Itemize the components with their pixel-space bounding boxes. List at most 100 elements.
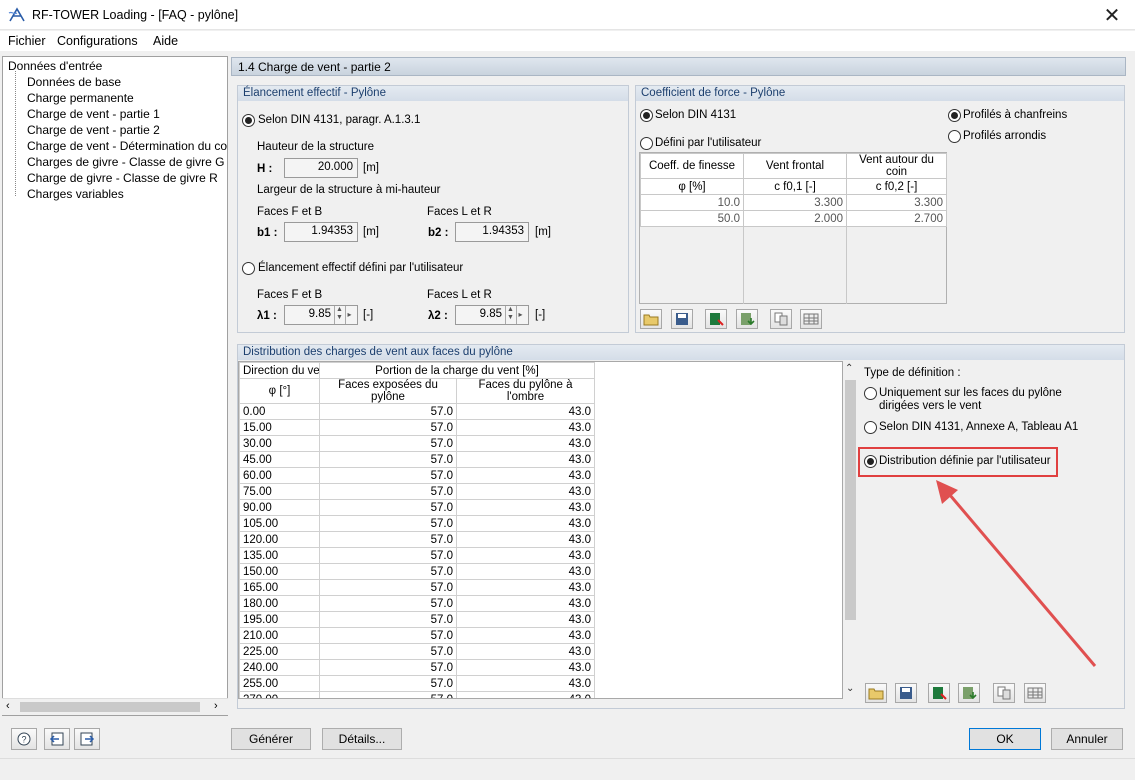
shadow-cell[interactable]: 43.0 [456, 483, 595, 500]
shadow-cell[interactable]: 43.0 [456, 531, 595, 548]
direction-cell[interactable]: 30.00 [239, 435, 320, 452]
tree-root[interactable]: Données d'entrée [8, 59, 102, 73]
direction-cell[interactable]: 255.00 [239, 675, 320, 692]
scroll-right-icon[interactable]: › [214, 700, 218, 712]
radio-profiles-arrondis[interactable] [948, 130, 961, 143]
direction-cell[interactable]: 180.00 [239, 595, 320, 612]
ok-button[interactable]: OK [969, 728, 1041, 750]
direction-cell[interactable]: 150.00 [239, 563, 320, 580]
exposed-cell[interactable]: 57.0 [319, 435, 457, 452]
lambda1-arrow-icon[interactable]: ▸ [345, 306, 353, 324]
shadow-cell[interactable]: 43.0 [456, 643, 595, 660]
radio-user-coeff[interactable] [640, 137, 653, 150]
menu-aide[interactable]: Aide [153, 34, 178, 48]
table-row[interactable]: 240.00 57.0 43.0 [239, 659, 595, 676]
scroll-left-icon[interactable]: ‹ [6, 700, 10, 712]
shadow-cell[interactable]: 43.0 [456, 659, 595, 676]
tree-item-givre-g[interactable]: Charges de givre - Classe de givre G [27, 155, 224, 169]
exposed-cell[interactable]: 57.0 [319, 627, 457, 644]
excel-export-icon[interactable] [736, 309, 758, 329]
direction-cell[interactable]: 240.00 [239, 659, 320, 676]
details-button[interactable]: Détails... [322, 728, 402, 750]
table-row[interactable]: 135.00 57.0 43.0 [239, 547, 595, 564]
excel-export-icon-2[interactable] [958, 683, 980, 703]
radio-user-elancement[interactable] [242, 262, 255, 275]
direction-cell[interactable]: 105.00 [239, 515, 320, 532]
exposed-cell[interactable]: 57.0 [319, 579, 457, 596]
radio-type-windward[interactable] [864, 387, 877, 400]
shadow-cell[interactable]: 43.0 [456, 467, 595, 484]
shadow-cell[interactable]: 43.0 [456, 691, 595, 698]
tree-item-vent-1[interactable]: Charge de vent - partie 1 [27, 107, 160, 121]
direction-cell[interactable]: 60.00 [239, 467, 320, 484]
generer-button[interactable]: Générer [231, 728, 311, 750]
table-row[interactable]: 150.00 57.0 43.0 [239, 563, 595, 580]
coeff-cell[interactable]: 2.000 [743, 210, 847, 227]
table-row[interactable]: 105.00 57.0 43.0 [239, 515, 595, 532]
radio-type-din[interactable] [864, 421, 877, 434]
exposed-cell[interactable]: 57.0 [319, 531, 457, 548]
table-icon-2[interactable] [1024, 683, 1046, 703]
exposed-cell[interactable]: 57.0 [319, 451, 457, 468]
help-icon[interactable]: ? [11, 728, 37, 750]
tree-item-charge-permanente[interactable]: Charge permanente [27, 91, 134, 105]
open-icon-2[interactable] [865, 683, 887, 703]
next-icon[interactable] [74, 728, 100, 750]
exposed-cell[interactable]: 57.0 [319, 691, 457, 698]
coeff-cell[interactable]: 3.300 [743, 194, 847, 211]
table-row[interactable]: 165.00 57.0 43.0 [239, 579, 595, 596]
lambda2-arrow-icon[interactable]: ▸ [516, 306, 524, 324]
coeff-cell[interactable]: 3.300 [846, 194, 947, 211]
tree-item-vent-2[interactable]: Charge de vent - partie 2 [27, 123, 160, 137]
distribution-scroll-thumb[interactable] [845, 380, 856, 620]
shadow-cell[interactable]: 43.0 [456, 595, 595, 612]
table-icon[interactable] [800, 309, 822, 329]
table-row[interactable]: 60.00 57.0 43.0 [239, 467, 595, 484]
tree-item-donnees-base[interactable]: Données de base [27, 75, 121, 89]
exposed-cell[interactable]: 57.0 [319, 403, 457, 420]
coeff-cell[interactable]: 2.700 [846, 210, 947, 227]
scroll-up-icon[interactable]: ⌃ [845, 363, 853, 374]
exposed-cell[interactable]: 57.0 [319, 563, 457, 580]
exposed-cell[interactable]: 57.0 [319, 467, 457, 484]
exposed-cell[interactable]: 57.0 [319, 419, 457, 436]
direction-cell[interactable]: 45.00 [239, 451, 320, 468]
table-row[interactable]: 210.00 57.0 43.0 [239, 627, 595, 644]
close-icon[interactable]: ✕ [1089, 0, 1135, 30]
shadow-cell[interactable]: 43.0 [456, 611, 595, 628]
shadow-cell[interactable]: 43.0 [456, 435, 595, 452]
coeff-cell[interactable]: 50.0 [640, 210, 744, 227]
coeff-cell[interactable]: 10.0 [640, 194, 744, 211]
open-icon[interactable] [640, 309, 662, 329]
shadow-cell[interactable]: 43.0 [456, 563, 595, 580]
tree-item-givre-r[interactable]: Charge de givre - Classe de givre R [27, 171, 218, 185]
annuler-button[interactable]: Annuler [1051, 728, 1123, 750]
copy-icon[interactable] [770, 309, 792, 329]
shadow-cell[interactable]: 43.0 [456, 515, 595, 532]
menu-fichier[interactable]: Fichier [8, 34, 46, 48]
direction-cell[interactable]: 90.00 [239, 499, 320, 516]
table-row[interactable]: 15.00 57.0 43.0 [239, 419, 595, 436]
shadow-cell[interactable]: 43.0 [456, 403, 595, 420]
table-row[interactable]: 0.00 57.0 43.0 [239, 403, 595, 420]
shadow-cell[interactable]: 43.0 [456, 499, 595, 516]
exposed-cell[interactable]: 57.0 [319, 595, 457, 612]
table-row[interactable]: 30.00 57.0 43.0 [239, 435, 595, 452]
direction-cell[interactable]: 225.00 [239, 643, 320, 660]
shadow-cell[interactable]: 43.0 [456, 579, 595, 596]
scroll-down-icon[interactable]: ⌄ [846, 683, 854, 694]
lambda2-spin-icon[interactable]: ▲ ▼ [505, 306, 515, 324]
exposed-cell[interactable]: 57.0 [319, 499, 457, 516]
table-row[interactable]: 225.00 57.0 43.0 [239, 643, 595, 660]
shadow-cell[interactable]: 43.0 [456, 675, 595, 692]
exposed-cell[interactable]: 57.0 [319, 643, 457, 660]
direction-cell[interactable]: 270.00 [239, 691, 320, 698]
tree-horizontal-scrollbar[interactable]: ‹ › [2, 698, 228, 715]
exposed-cell[interactable]: 57.0 [319, 611, 457, 628]
shadow-cell[interactable]: 43.0 [456, 547, 595, 564]
table-row[interactable]: 255.00 57.0 43.0 [239, 675, 595, 692]
scroll-thumb[interactable] [20, 702, 200, 712]
direction-cell[interactable]: 75.00 [239, 483, 320, 500]
save-icon-2[interactable] [895, 683, 917, 703]
copy-icon-2[interactable] [993, 683, 1015, 703]
